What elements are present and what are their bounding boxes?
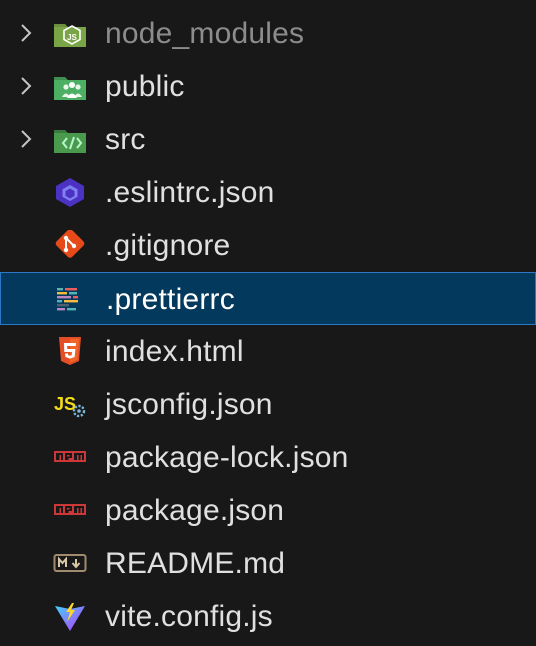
- svg-text:JS: JS: [67, 33, 77, 42]
- folder-public-icon: [54, 77, 86, 100]
- vite-icon: [55, 603, 85, 631]
- tree-item-label: .eslintrc.json: [105, 176, 275, 209]
- chevron-right-icon[interactable]: [14, 127, 38, 151]
- npm-icon: [54, 504, 86, 515]
- folder-src-icon: [54, 130, 86, 153]
- tree-item-label: node_modules: [105, 17, 305, 50]
- chevron-right-icon[interactable]: [14, 21, 38, 45]
- markdown-icon: [53, 554, 87, 572]
- tree-item-label: public: [105, 70, 185, 103]
- html5-icon: [59, 337, 81, 365]
- tree-item-label: src: [105, 123, 146, 156]
- tree-item-label: .gitignore: [105, 229, 231, 262]
- tree-item-eslintrc[interactable]: .eslintrc.json: [0, 166, 536, 219]
- git-icon: [55, 230, 85, 258]
- npm-icon: [54, 451, 86, 462]
- eslint-icon: [56, 178, 84, 207]
- tree-item-readme[interactable]: README.md: [0, 537, 536, 590]
- tree-item-label: jsconfig.json: [105, 388, 273, 421]
- folder-node-icon: JS: [54, 24, 86, 47]
- tree-item-label: .prettierrc: [106, 283, 235, 316]
- tree-item-src[interactable]: src: [0, 113, 536, 166]
- chevron-right-icon[interactable]: [14, 74, 38, 98]
- file-explorer-tree: JS node_modules public src .eslintrc.jso…: [0, 0, 536, 646]
- tree-item-node-modules[interactable]: JS node_modules: [0, 7, 536, 60]
- tree-item-label: package-lock.json: [105, 441, 349, 474]
- tree-item-package-lock[interactable]: package-lock.json: [0, 431, 536, 484]
- tree-item-label: index.html: [105, 335, 244, 368]
- tree-item-package-json[interactable]: package.json: [0, 484, 536, 537]
- tree-item-prettierrc[interactable]: .prettierrc: [0, 272, 536, 325]
- tree-item-index-html[interactable]: index.html: [0, 325, 536, 378]
- tree-item-label: package.json: [105, 494, 285, 527]
- tree-item-label: vite.config.js: [105, 600, 273, 633]
- svg-text:JS: JS: [54, 394, 76, 414]
- tree-item-gitignore[interactable]: .gitignore: [0, 219, 536, 272]
- tree-item-label: README.md: [105, 547, 286, 580]
- jsconfig-icon: JS: [54, 394, 86, 418]
- tree-item-vite-config[interactable]: vite.config.js: [0, 590, 536, 643]
- prettier-icon: [57, 288, 78, 311]
- tree-item-jsconfig[interactable]: JS jsconfig.json: [0, 378, 536, 431]
- tree-item-public[interactable]: public: [0, 60, 536, 113]
